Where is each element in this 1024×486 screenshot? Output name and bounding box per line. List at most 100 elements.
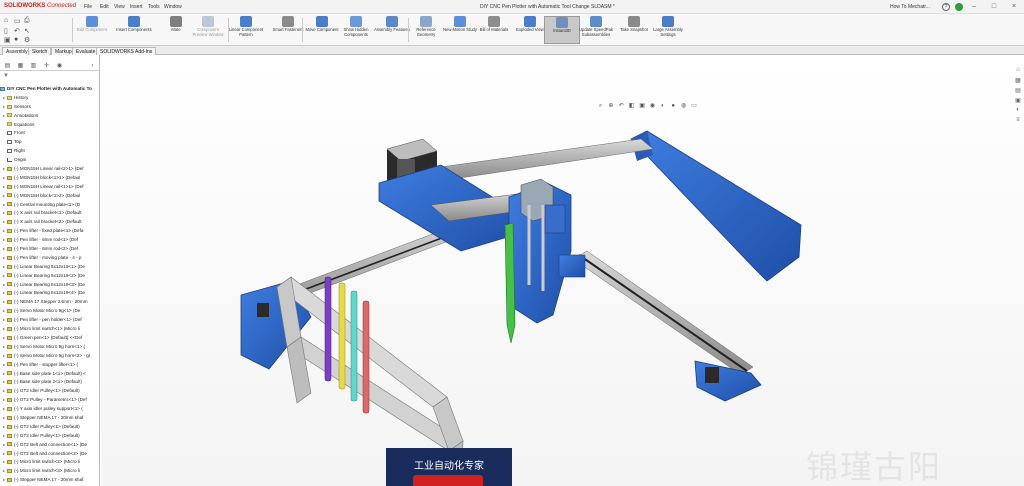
save-icon[interactable]: ▣	[4, 36, 11, 44]
tree-item[interactable]: ▸ (-) Linear Bearing 6x12x19<1> (De	[0, 263, 99, 272]
tree-item[interactable]: ▸ (-) MGN15H Linear rail<1>1> (Def	[0, 183, 99, 192]
tab-sketch[interactable]: Sketch	[28, 47, 52, 55]
tree-item[interactable]: ▸ (-) Linear Bearing 6x12x19<2> (De	[0, 272, 99, 281]
config-manager-tab-icon[interactable]: ▥	[29, 62, 38, 70]
file-explorer-icon[interactable]: ▤	[1014, 87, 1022, 95]
tree-item[interactable]: ▸ (-) Servo Motor Micro 9g horn<1> (	[0, 343, 99, 352]
custom-properties-icon[interactable]: ≡	[1014, 117, 1022, 125]
command-move-component-button[interactable]: Move Component	[304, 16, 340, 44]
command-instant3d-button[interactable]: Instant3D	[544, 16, 580, 44]
tree-item[interactable]: ▸ (-) Pen lifter - moving plate - 4 - p	[0, 254, 99, 263]
tree-item[interactable]: ▸ (-) Stepper NEMA 17 - 20mm shaf	[0, 414, 99, 423]
tree-item[interactable]: Origin	[0, 156, 99, 165]
command-update-speedpak-subassemblies-button[interactable]: Update SpeedPak Subassemblies	[578, 16, 614, 44]
command-large-assembly-settings-button[interactable]: Large Assembly Settings	[650, 16, 686, 44]
right-side-bracket[interactable]	[630, 130, 802, 282]
help-icon[interactable]: ?	[942, 3, 950, 11]
tree-item[interactable]: ▸ (-) GT2 Pulley - Parametric<1> (Def	[0, 396, 99, 405]
tree-item[interactable]: ▸ (-) Micro limit switch<2> (Micro li	[0, 458, 99, 467]
menu-item-tools[interactable]: Tools	[148, 4, 160, 10]
model-viewport[interactable]	[101, 55, 1024, 486]
help-search[interactable]: How To Mechatr...	[890, 4, 930, 10]
display-style-icon[interactable]: ◉	[648, 102, 657, 109]
tree-item[interactable]: ▸ (-) Servo Motor Micro 9g<1> (De	[0, 307, 99, 316]
tree-item[interactable]: ▸ (-) GT2 Idler Pulley<1> (Default)	[0, 432, 99, 441]
section-view-icon[interactable]: ◧	[627, 102, 636, 109]
green-pen[interactable]	[504, 222, 516, 344]
tree-item[interactable]: ▸ (-) Servo Motor Micro 9g horn<2> - gr	[0, 352, 99, 361]
command-take-snapshot-button[interactable]: Take Snapshot	[616, 16, 652, 44]
tree-item[interactable]: ▸ (-) Stepper NEMA 17 - 20mm shaf	[0, 476, 99, 485]
rebuild-icon[interactable]: ●	[14, 36, 18, 43]
app-logo[interactable]: SOLIDWORKS Connected	[4, 3, 76, 9]
filter-icon[interactable]: ▼	[3, 73, 9, 79]
tree-item[interactable]: ▸ (-) Y axis idler pulley support<1> (	[0, 405, 99, 414]
appearances-icon[interactable]: ◐	[1014, 107, 1022, 115]
tree-item[interactable]: ▸ (-) GT2 Belt and connection<1> (De	[0, 441, 99, 450]
design-library-icon[interactable]: ▦	[1014, 77, 1022, 85]
tree-item[interactable]: Front	[0, 129, 99, 138]
command-show-hidden-components-button[interactable]: Show Hidden Components	[338, 16, 374, 44]
close-icon[interactable]: ×	[1010, 3, 1018, 11]
tree-item[interactable]: ▸ (-) Central mounting plate<1> (D	[0, 201, 99, 210]
tree-item[interactable]: ▸ Sensors	[0, 103, 99, 112]
tree-item[interactable]: ▸ (-) MGN15H Linear rail<2>1> (Def	[0, 165, 99, 174]
tree-item[interactable]: ▸ (-) X axis rail bracket<2> (Default	[0, 218, 99, 227]
command-component-preview-window-button[interactable]: Component Preview Window	[190, 16, 226, 44]
tree-item[interactable]: Top	[0, 138, 99, 147]
tree-item[interactable]: ▸ (-) Pen lifter - fixed plate<1> (Defa	[0, 227, 99, 236]
display-manager-tab-icon[interactable]: ◉	[55, 62, 64, 70]
tree-item[interactable]: ▸ (-) Pen lifter - 6mm rod<1> (Def	[0, 236, 99, 245]
graphics-area[interactable]: ⌕ ⊕ ↶ ◧ ▣ ◉ ◐ ● ◍ ▭	[101, 55, 1024, 486]
tree-item[interactable]: ▸ (-) GT2 Idler Pulley<1> (Default)	[0, 423, 99, 432]
tree-item[interactable]: ▸ (-) MGN15H block<1>1> (Defaul	[0, 174, 99, 183]
tab-solidworks-add-ins[interactable]: SOLIDWORKS Add-Ins	[96, 47, 157, 55]
command-exploded-view-button[interactable]: Exploded View	[512, 16, 548, 44]
previous-view-icon[interactable]: ↶	[617, 102, 626, 109]
menu-item-edit[interactable]: Edit	[100, 4, 109, 10]
open-icon[interactable]: ▯	[4, 27, 8, 35]
tree-item[interactable]: ▸ (-) Pen lifter - 6mm rod<2> (Def	[0, 245, 99, 254]
tree-item[interactable]: ▸ (-) Micro limit switch<1> (Micro li	[0, 325, 99, 334]
maximize-icon[interactable]: □	[990, 3, 998, 11]
hide-show-icon[interactable]: ◐	[658, 103, 667, 109]
minimize-icon[interactable]: –	[970, 3, 978, 11]
tree-item[interactable]: ▸ (-) Pen lifter - stopper lifter<1> (	[0, 361, 99, 370]
command-assembly-features-button[interactable]: Assembly Features	[374, 16, 410, 44]
view-orientation-icon[interactable]: ▣	[638, 102, 647, 109]
scene-icon[interactable]: ◍	[679, 102, 688, 109]
view-settings-icon[interactable]: ▭	[690, 102, 699, 109]
tree-item[interactable]: ▸ (-) GT2 Idler Pulley<1> (Default)	[0, 387, 99, 396]
menu-item-view[interactable]: View	[114, 4, 125, 10]
menu-item-insert[interactable]: Insert	[130, 4, 143, 10]
zoom-fit-icon[interactable]: ⌕	[596, 103, 605, 110]
command-edit-component-button[interactable]: Edit Component	[74, 16, 110, 44]
view-palette-icon[interactable]: ▣	[1014, 97, 1022, 105]
menu-item-window[interactable]: Window	[164, 4, 182, 10]
home-icon[interactable]: ⌂	[4, 17, 8, 24]
expand-panel-icon[interactable]: ›	[88, 62, 97, 70]
tree-item[interactable]: ▸ (-) Base side plate 1<1> (Default) <	[0, 370, 99, 379]
options-icon[interactable]: ⚙	[24, 36, 30, 44]
zoom-area-icon[interactable]: ⊕	[606, 102, 615, 109]
tree-item[interactable]: Right	[0, 147, 99, 156]
edit-appearance-icon[interactable]: ●	[669, 103, 678, 109]
resources-icon[interactable]: ⌂	[1014, 67, 1022, 75]
tree-item[interactable]: ▸ (-) NEMA 17 Stepper 24mm - 20mm	[0, 298, 99, 307]
command-linear-component-pattern-button[interactable]: Linear Component Pattern	[228, 16, 264, 44]
tree-item[interactable]: ▸ (-) Pen lifter - pen holder<1> (Def	[0, 316, 99, 325]
tree-item[interactable]: ▸ (-) GT2 Belt and connection<2> (De	[0, 450, 99, 459]
tree-item[interactable]: ▸ Annotations	[0, 112, 99, 121]
tree-item[interactable]: ▸ (-) Base side plate 2<1> (Default)	[0, 378, 99, 387]
property-manager-tab-icon[interactable]: ▦	[16, 62, 25, 70]
command-new-motion-study-button[interactable]: New Motion Study	[442, 16, 478, 44]
undo-icon[interactable]: ↶	[14, 27, 20, 35]
tree-item[interactable]: Equations	[0, 121, 99, 130]
user-avatar-icon[interactable]	[955, 3, 963, 11]
tree-item[interactable]: ▸ (-) Micro limit switch<3> (Micro li	[0, 467, 99, 476]
tree-item[interactable]: ▸ (-) Linear Bearing 6x12x19<3> (De	[0, 281, 99, 290]
command-reference-geometry-button[interactable]: Reference Geometry	[408, 16, 444, 44]
select-icon[interactable]: ↖	[24, 27, 30, 35]
pen-lifter-carriage[interactable]	[508, 178, 586, 324]
new-document-icon[interactable]: ▭	[14, 17, 21, 25]
